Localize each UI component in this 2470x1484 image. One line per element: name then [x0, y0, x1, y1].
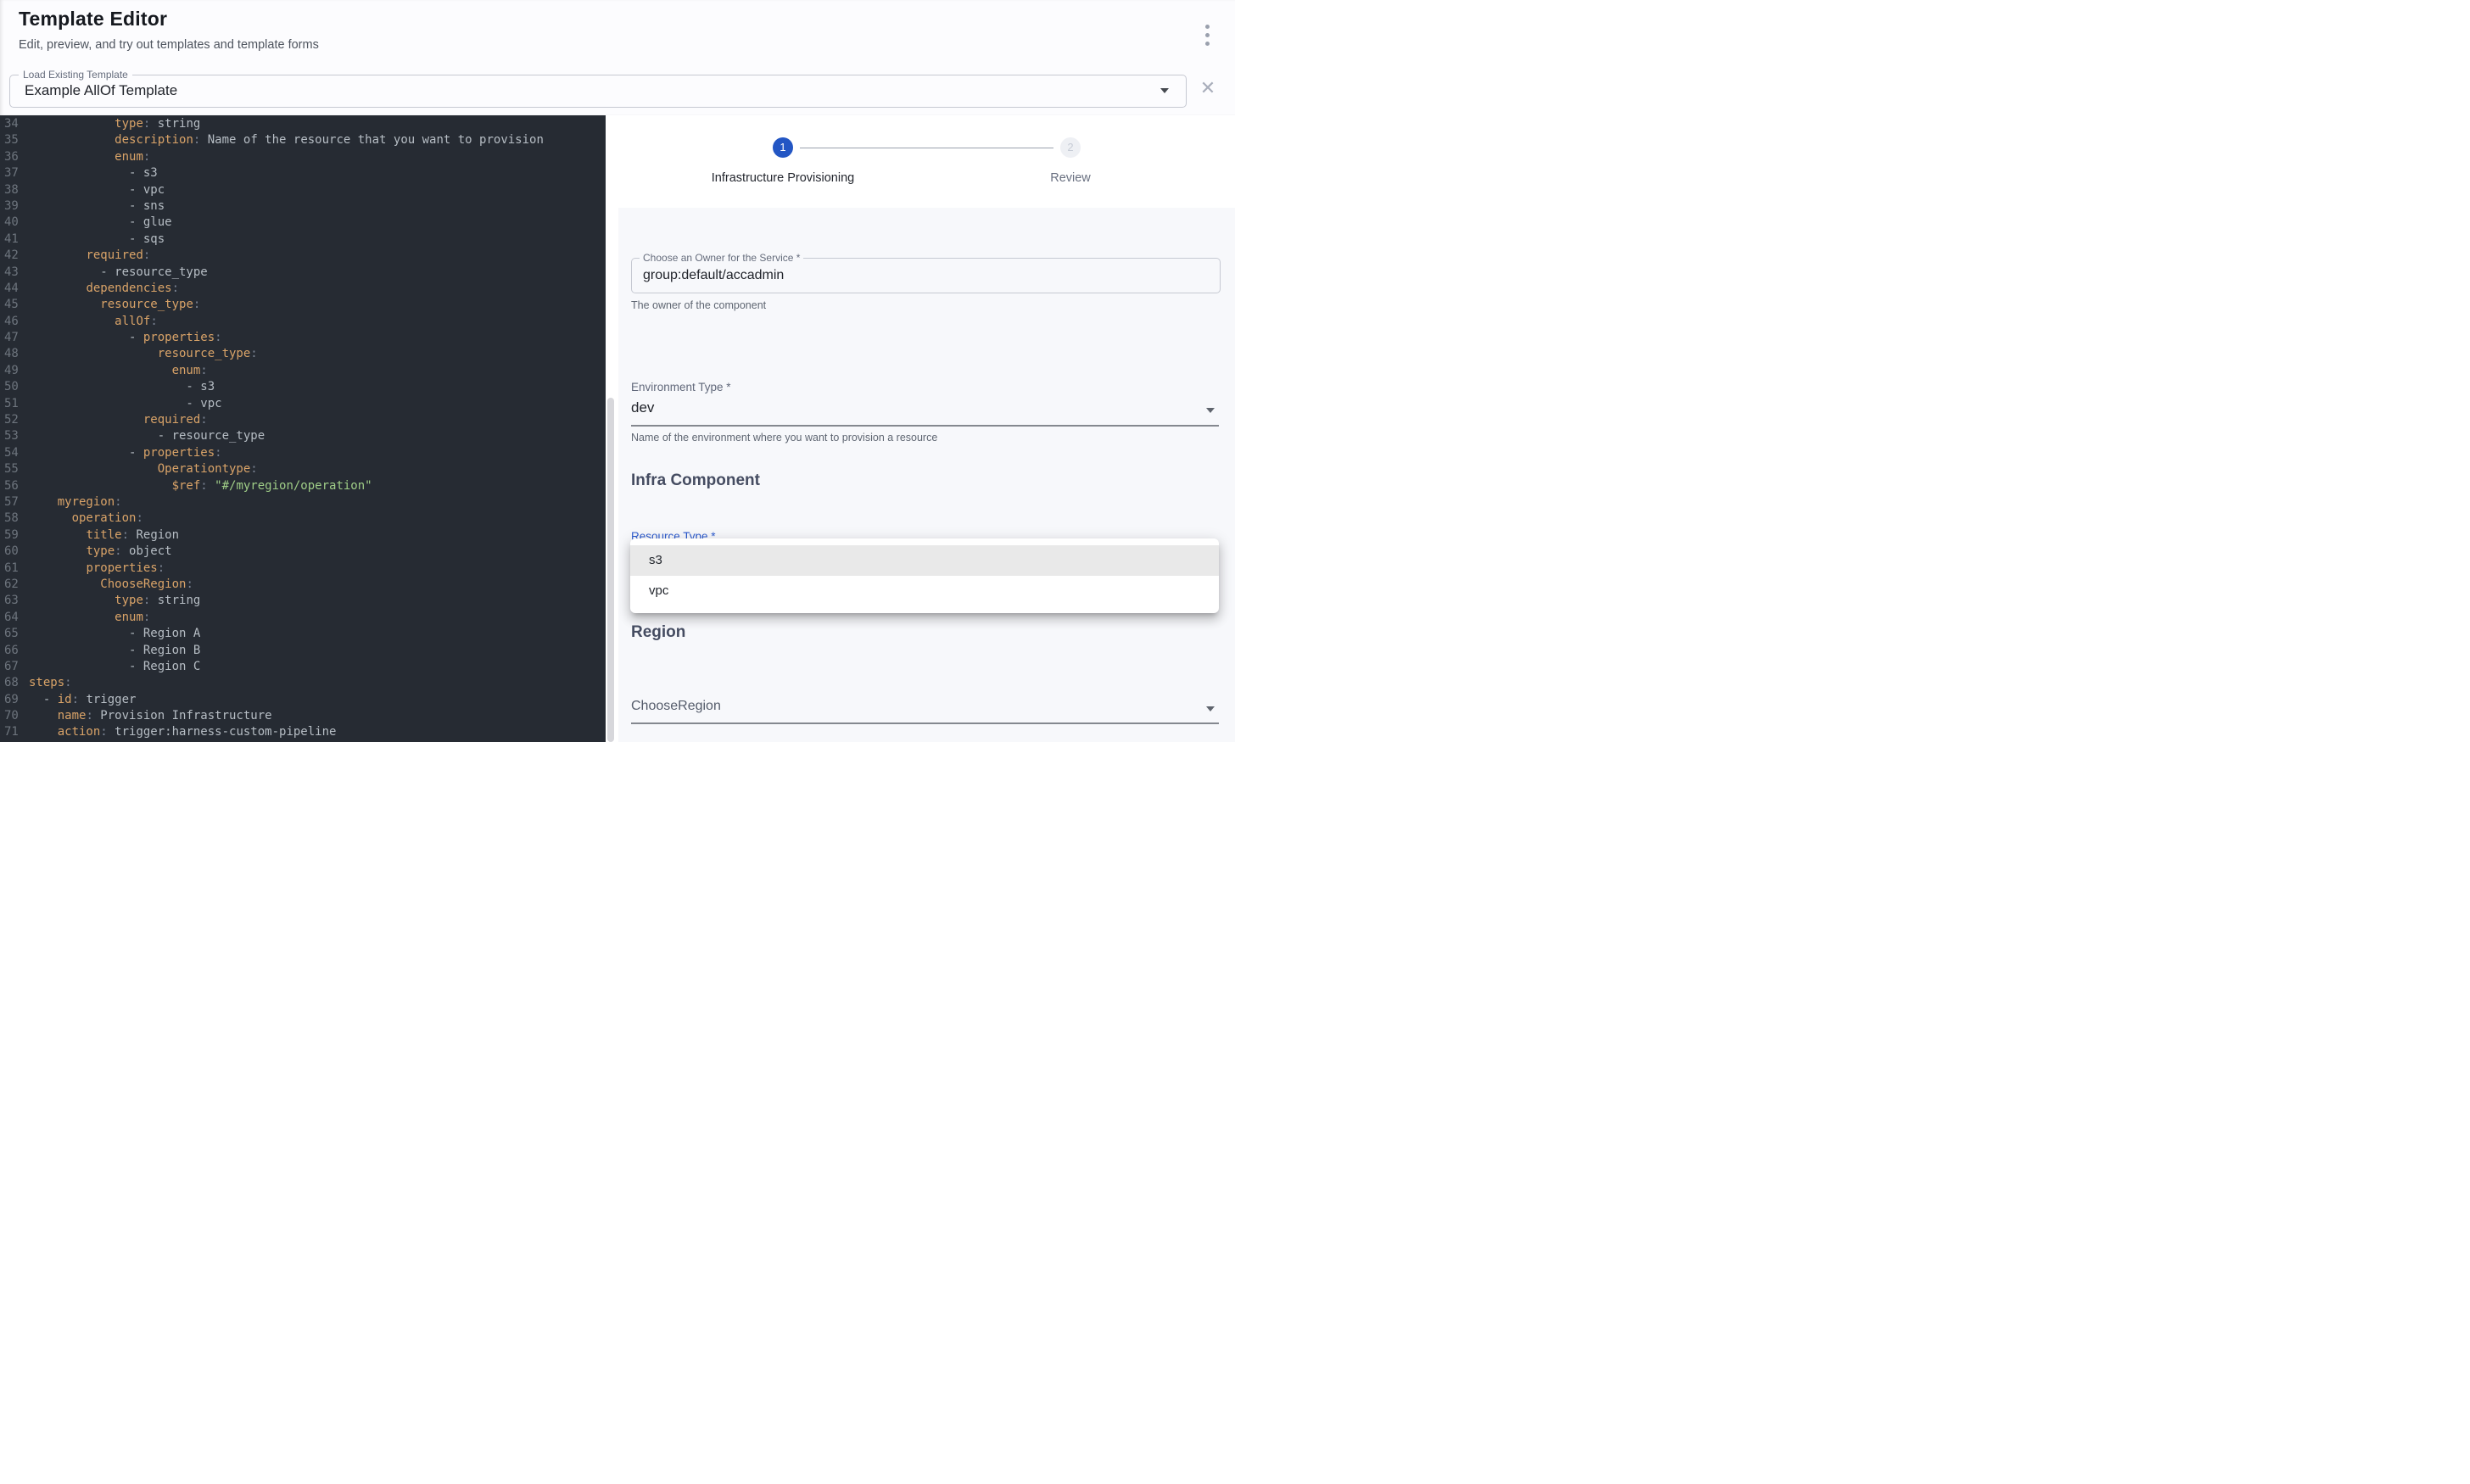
code-line[interactable]: 46 allOf: — [0, 314, 606, 330]
code-line[interactable]: 40 - glue — [0, 215, 606, 231]
page-title: Template Editor — [19, 8, 167, 31]
code-line[interactable]: 58 operation: — [0, 510, 606, 527]
dropdown-arrow-icon[interactable] — [1206, 706, 1215, 711]
code-line[interactable]: 41 - sqs — [0, 232, 606, 248]
code-line[interactable]: 42 required: — [0, 248, 606, 264]
environment-type-select[interactable]: dev — [631, 399, 654, 416]
code-line[interactable]: 71 action: trigger:harness-custom-pipeli… — [0, 724, 606, 740]
code-line[interactable]: 55 Operationtype: — [0, 461, 606, 477]
code-line[interactable]: 45 resource_type: — [0, 297, 606, 313]
code-line[interactable]: 39 - sns — [0, 198, 606, 215]
code-line[interactable]: 34 type: string — [0, 116, 606, 132]
kebab-menu-icon[interactable] — [1196, 20, 1218, 49]
choose-region-select[interactable]: ChooseRegion — [631, 699, 721, 714]
owner-field[interactable]: Choose an Owner for the Service * group:… — [631, 258, 1221, 293]
template-form-panel: 1 2 Infrastructure Provisioning Review C… — [618, 115, 1235, 742]
code-line[interactable]: 43 - resource_type — [0, 265, 606, 281]
top-bar: Template Editor Edit, preview, and try o… — [0, 0, 1235, 115]
page-subtitle: Edit, preview, and try out templates and… — [19, 38, 319, 52]
dropdown-arrow-icon[interactable] — [1160, 88, 1169, 93]
editor-vertical-scrollbar[interactable] — [607, 398, 614, 742]
dropdown-arrow-icon[interactable] — [1206, 408, 1215, 413]
owner-field-value: group:default/accadmin — [643, 259, 784, 292]
load-template-select[interactable]: Load Existing Template Example AllOf Tem… — [9, 75, 1187, 108]
load-template-value: Example AllOf Template — [25, 75, 177, 106]
code-line[interactable]: 69 - id: trigger — [0, 692, 606, 708]
code-line[interactable]: 49 enum: — [0, 363, 606, 379]
infra-component-heading: Infra Component — [631, 471, 760, 490]
menu-item-s3[interactable]: s3 — [630, 545, 1219, 576]
stepper-step-1-label: Infrastructure Provisioning — [673, 171, 893, 185]
code-line[interactable]: 35 description: Name of the resource tha… — [0, 132, 606, 148]
code-line[interactable]: 57 myregion: — [0, 494, 606, 510]
code-line[interactable]: 38 - vpc — [0, 182, 606, 198]
code-line[interactable]: 48 resource_type: — [0, 346, 606, 362]
resource-type-menu: s3 vpc — [630, 538, 1219, 613]
yaml-code-editor[interactable]: 34 type: string35 description: Name of t… — [0, 115, 606, 742]
code-line[interactable]: 60 type: object — [0, 544, 606, 560]
code-line[interactable]: 44 dependencies: — [0, 281, 606, 297]
code-line[interactable]: 59 title: Region — [0, 527, 606, 544]
choose-region-underline — [631, 722, 1219, 724]
code-line[interactable]: 65 - Region A — [0, 626, 606, 642]
code-lines: 34 type: string35 description: Name of t… — [0, 116, 606, 741]
menu-item-vpc[interactable]: vpc — [630, 576, 1219, 606]
code-line[interactable]: 37 - s3 — [0, 165, 606, 181]
owner-field-helper: The owner of the component — [631, 299, 766, 311]
environment-type-label: Environment Type * — [631, 381, 731, 393]
code-line[interactable]: 51 - vpc — [0, 396, 606, 412]
code-line[interactable]: 52 required: — [0, 412, 606, 428]
code-line[interactable]: 50 - s3 — [0, 379, 606, 395]
code-line[interactable]: 36 enum: — [0, 149, 606, 165]
code-line[interactable]: 56 $ref: "#/myregion/operation" — [0, 478, 606, 494]
code-line[interactable]: 47 - properties: — [0, 330, 606, 346]
code-line[interactable]: 64 enum: — [0, 610, 606, 626]
code-line[interactable]: 66 - Region B — [0, 643, 606, 659]
stepper-step-2-label: Review — [960, 171, 1181, 185]
stepper-step-1-icon[interactable]: 1 — [773, 137, 793, 158]
environment-type-helper: Name of the environment where you want t… — [631, 432, 937, 444]
code-line[interactable]: 61 properties: — [0, 561, 606, 577]
code-line[interactable]: 68steps: — [0, 675, 606, 691]
code-line[interactable]: 62 ChooseRegion: — [0, 577, 606, 593]
clear-icon[interactable]: ✕ — [1198, 78, 1218, 98]
code-line[interactable]: 54 - properties: — [0, 445, 606, 461]
region-heading: Region — [631, 623, 685, 642]
code-line[interactable]: 70 name: Provision Infrastructure — [0, 708, 606, 724]
code-line[interactable]: 53 - resource_type — [0, 428, 606, 444]
code-line[interactable]: 63 type: string — [0, 593, 606, 609]
stepper-step-2-icon[interactable]: 2 — [1060, 137, 1081, 158]
code-line[interactable]: 67 - Region C — [0, 659, 606, 675]
environment-type-underline — [631, 425, 1219, 427]
